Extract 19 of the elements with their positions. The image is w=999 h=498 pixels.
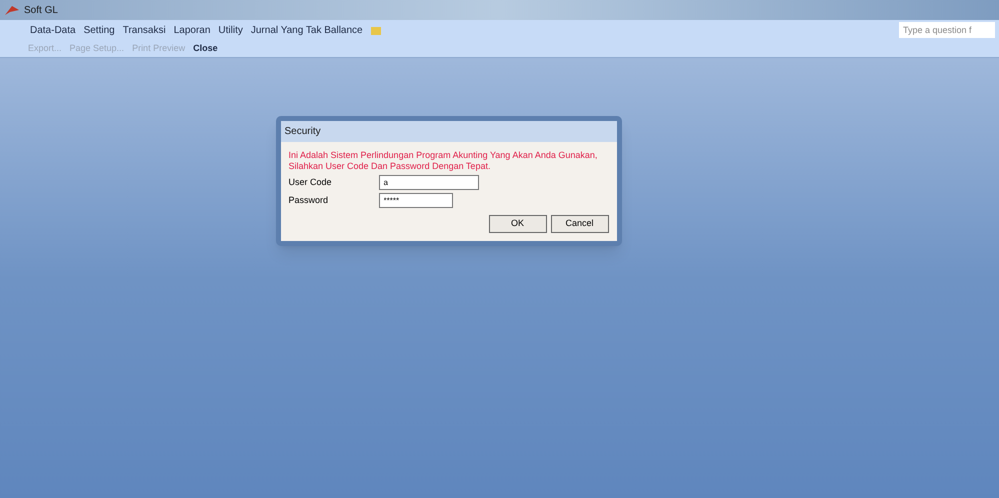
window-title: Soft GL: [24, 4, 58, 18]
login-field[interactable]: a: [378, 175, 478, 190]
login-field[interactable]: *****: [378, 193, 452, 208]
security-message: Ini Adalah Sistem Perlindungan Program Akunting Yang Akan Anda Gunakan, Silahkan User Code Dan Password Dengan Tepat.: [288, 150, 598, 172]
help-search-field[interactable]: Type a question f: [899, 22, 995, 38]
menu-item[interactable]: Transaksi: [118, 22, 170, 38]
menu-item[interactable]: Utility: [214, 22, 247, 38]
app-logo-icon: [4, 4, 20, 16]
folder-icon: [370, 26, 381, 34]
field-label: User Code: [288, 176, 333, 189]
field-label: Password: [288, 194, 330, 207]
dialog-button[interactable]: OK: [488, 215, 546, 233]
menu-item[interactable]: Laporan: [170, 22, 214, 38]
dialog-title: Security: [280, 121, 616, 142]
toolbar-button[interactable]: Close: [193, 42, 218, 56]
menu-item[interactable]: Setting: [80, 22, 119, 38]
menu-item[interactable]: Jurnal Yang Tak Ballance: [246, 22, 367, 38]
dialog-button[interactable]: Cancel: [550, 215, 608, 233]
menu-item[interactable]: Data-Data: [26, 22, 80, 38]
